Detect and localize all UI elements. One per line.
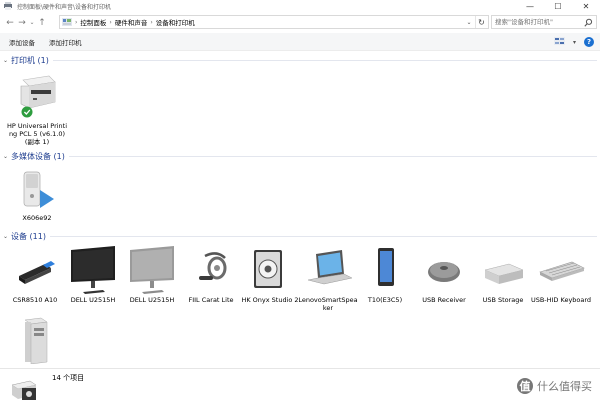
device-item[interactable]: USB-HID Keyboard <box>530 246 592 304</box>
help-icon[interactable]: ? <box>584 37 594 47</box>
close-button[interactable]: ✕ <box>572 0 600 12</box>
device-label: FIIL Carat Lite <box>188 296 234 304</box>
device-item[interactable]: CSR8510 A10 <box>4 246 66 304</box>
address-toolbar: ← → ⌄ ↑ › 控制面板 › 硬件和声音 › 设备和打印机 ⌄ ↻ <box>0 14 600 31</box>
control-panel-icon <box>62 18 72 26</box>
chevron-down-icon: ⌄ <box>3 57 9 64</box>
device-label: LenovoSmartSpeaker <box>298 296 358 312</box>
address-history-dropdown[interactable]: ⌄ <box>464 16 474 28</box>
device-label: T10(E3C5) <box>367 296 403 304</box>
device-item[interactable] <box>4 316 66 366</box>
pc-tower-icon <box>24 317 48 364</box>
breadcrumb-separator: › <box>109 18 112 26</box>
forward-button[interactable]: → <box>16 16 28 30</box>
watermark-text: 什么值得买 <box>537 380 592 393</box>
monitor-icon <box>130 246 174 294</box>
device-label: HP Universal Printing PCL 5 (v6.1.0) (副本… <box>6 122 68 146</box>
device-item[interactable]: HK Onyx Studio 2 <box>239 246 301 304</box>
item-count: 14 个项目 <box>52 374 85 382</box>
view-dropdown-button[interactable]: ▾ <box>573 39 576 46</box>
device-label: USB-HID Keyboard <box>530 296 592 304</box>
title-bar: 控制面板\硬件和声音\设备和打印机 — ☐ ✕ <box>0 0 600 12</box>
group-divider <box>49 236 597 237</box>
add-device-button[interactable]: 添加设备 <box>9 37 35 47</box>
device-item[interactable]: LenovoSmartSpeaker <box>297 246 359 312</box>
chevron-down-icon: ⌄ <box>3 153 9 160</box>
up-button[interactable]: ↑ <box>36 16 48 30</box>
recent-locations-button[interactable]: ⌄ <box>28 16 36 30</box>
device-label: X606e92 <box>22 214 52 222</box>
printers-group-header[interactable]: ⌄ 打印机 (1) <box>3 55 597 66</box>
default-checkmark-icon <box>21 106 33 118</box>
devices-and-printers-window: 控制面板\硬件和声音\设备和打印机 — ☐ ✕ ← → ⌄ ↑ › 控制面板 ›… <box>0 0 600 406</box>
phone-icon <box>378 248 394 286</box>
device-item-printer[interactable]: HP Universal Printing PCL 5 (v6.1.0) (副本… <box>6 72 68 146</box>
devices-printers-app-icon <box>3 2 13 10</box>
chevron-down-icon: ⌄ <box>3 233 9 240</box>
breadcrumb-hardware-and-sound[interactable]: 硬件和声音 <box>115 17 148 27</box>
devices-content-pane: ⌄ 打印机 (1) HP Universal Printing PCL 5 (v… <box>0 52 600 368</box>
device-label: USB Receiver <box>422 296 466 304</box>
watermark: 值 什么值得买 <box>517 378 592 394</box>
keyboard-icon <box>539 261 585 281</box>
add-printer-button[interactable]: 添加打印机 <box>49 37 82 47</box>
device-label: CSR8510 A10 <box>12 296 58 304</box>
breadcrumb-devices-and-printers[interactable]: 设备和打印机 <box>156 17 195 27</box>
speaker-icon <box>254 250 282 288</box>
device-label: HK Onyx Studio 2 <box>241 296 299 304</box>
window-title: 控制面板\硬件和声音\设备和打印机 <box>17 3 112 11</box>
multimedia-group-title: 多媒体设备 (1) <box>11 152 65 161</box>
device-label: USB Storage <box>482 296 524 304</box>
minimize-button[interactable]: — <box>516 0 544 12</box>
device-item[interactable]: DELL U2515H <box>62 246 124 304</box>
device-item[interactable]: USB Storage <box>472 246 534 304</box>
address-bar[interactable]: › 控制面板 › 硬件和声音 › 设备和打印机 ⌄ ↻ <box>59 15 489 29</box>
status-bar: 14 个项目 值 什么值得买 <box>0 368 600 406</box>
device-item[interactable]: FIIL Carat Lite <box>180 246 242 304</box>
multimedia-group-header[interactable]: ⌄ 多媒体设备 (1) <box>3 151 597 162</box>
devices-printers-status-icon <box>10 377 42 405</box>
device-label: DELL U2515H <box>70 296 116 304</box>
printer-icon <box>20 75 56 118</box>
command-bar: 添加设备 添加打印机 ▾ ? <box>0 33 600 51</box>
group-divider <box>68 156 597 157</box>
device-label: DELL U2515H <box>129 296 175 304</box>
breadcrumb-separator: › <box>150 18 153 26</box>
monitor-icon <box>71 246 115 294</box>
breadcrumb-separator: › <box>75 18 78 26</box>
search-icon[interactable] <box>584 18 593 29</box>
search-input[interactable] <box>495 18 585 26</box>
group-divider <box>52 60 597 61</box>
printers-group-title: 打印机 (1) <box>11 56 49 65</box>
search-box[interactable] <box>491 15 597 29</box>
devices-group-title: 设备 (11) <box>11 232 46 241</box>
laptop-icon <box>307 250 353 285</box>
breadcrumb-control-panel[interactable]: 控制面板 <box>80 17 106 27</box>
bluetooth-dongle-icon <box>19 261 55 284</box>
device-item[interactable]: T10(E3C5) <box>354 246 416 304</box>
mouse-icon <box>428 262 460 282</box>
device-item[interactable]: DELL U2515H <box>121 246 183 304</box>
maximize-button[interactable]: ☐ <box>544 0 572 12</box>
refresh-button[interactable]: ↻ <box>475 16 487 28</box>
view-options-icon[interactable] <box>553 37 565 47</box>
storage-icon <box>484 263 524 284</box>
device-item-media[interactable]: X606e92 <box>6 166 68 222</box>
back-button[interactable]: ← <box>4 16 16 30</box>
headset-icon <box>199 252 227 280</box>
media-device-icon <box>23 171 54 208</box>
devices-group-header[interactable]: ⌄ 设备 (11) <box>3 231 597 242</box>
watermark-logo: 值 <box>517 378 533 394</box>
device-item[interactable]: USB Receiver <box>413 246 475 304</box>
